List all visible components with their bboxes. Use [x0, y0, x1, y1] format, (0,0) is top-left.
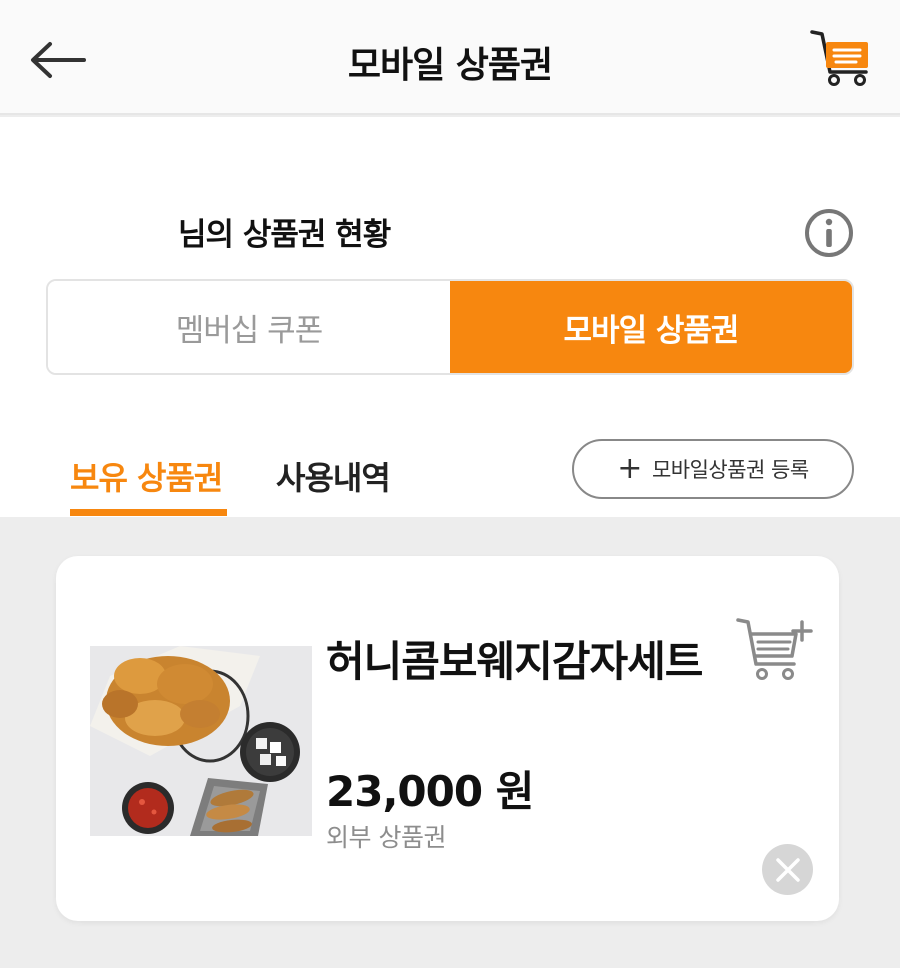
voucher-summary-section: 님의 상품권 현황 멤버십 쿠폰 모바일 상품권 보유 상품권 사용내역 + 모…	[0, 117, 900, 517]
voucher-image	[90, 646, 312, 836]
cart-button[interactable]	[806, 22, 876, 92]
cart-icon	[810, 30, 868, 86]
page-title: 모바일 상품권	[347, 45, 553, 86]
voucher-card: 허니콤보웨지감자세트 23,000 원 외부 상품권	[56, 556, 839, 921]
tab-usage-history[interactable]: 사용내역	[276, 453, 391, 499]
plus-icon: +	[617, 451, 642, 486]
voucher-status-heading: 님의 상품권 현황	[178, 217, 391, 253]
info-icon	[805, 209, 853, 257]
tab-owned-vouchers[interactable]: 보유 상품권	[70, 453, 223, 499]
voucher-type: 외부 상품권	[326, 823, 446, 852]
register-voucher-label: 모바일상품권 등록	[651, 458, 809, 482]
fried-chicken-set-photo	[90, 646, 312, 836]
membership-coupon-tab[interactable]: 멤버십 쿠폰	[48, 281, 450, 373]
mobile-voucher-tab[interactable]: 모바일 상품권	[450, 281, 852, 373]
add-to-cart-button[interactable]	[734, 612, 814, 688]
close-icon	[775, 857, 800, 882]
register-voucher-button[interactable]: + 모바일상품권 등록	[572, 439, 854, 499]
cart-plus-icon	[736, 618, 813, 680]
voucher-name: 허니콤보웨지감자세트	[326, 637, 703, 686]
app-header: 모바일 상품권	[0, 0, 900, 115]
remove-voucher-button[interactable]	[762, 844, 813, 895]
voucher-type-toggle: 멤버십 쿠폰 모바일 상품권	[46, 279, 854, 375]
info-button[interactable]	[803, 207, 855, 259]
active-tab-indicator	[70, 509, 227, 516]
voucher-price: 23,000 원	[326, 767, 534, 816]
